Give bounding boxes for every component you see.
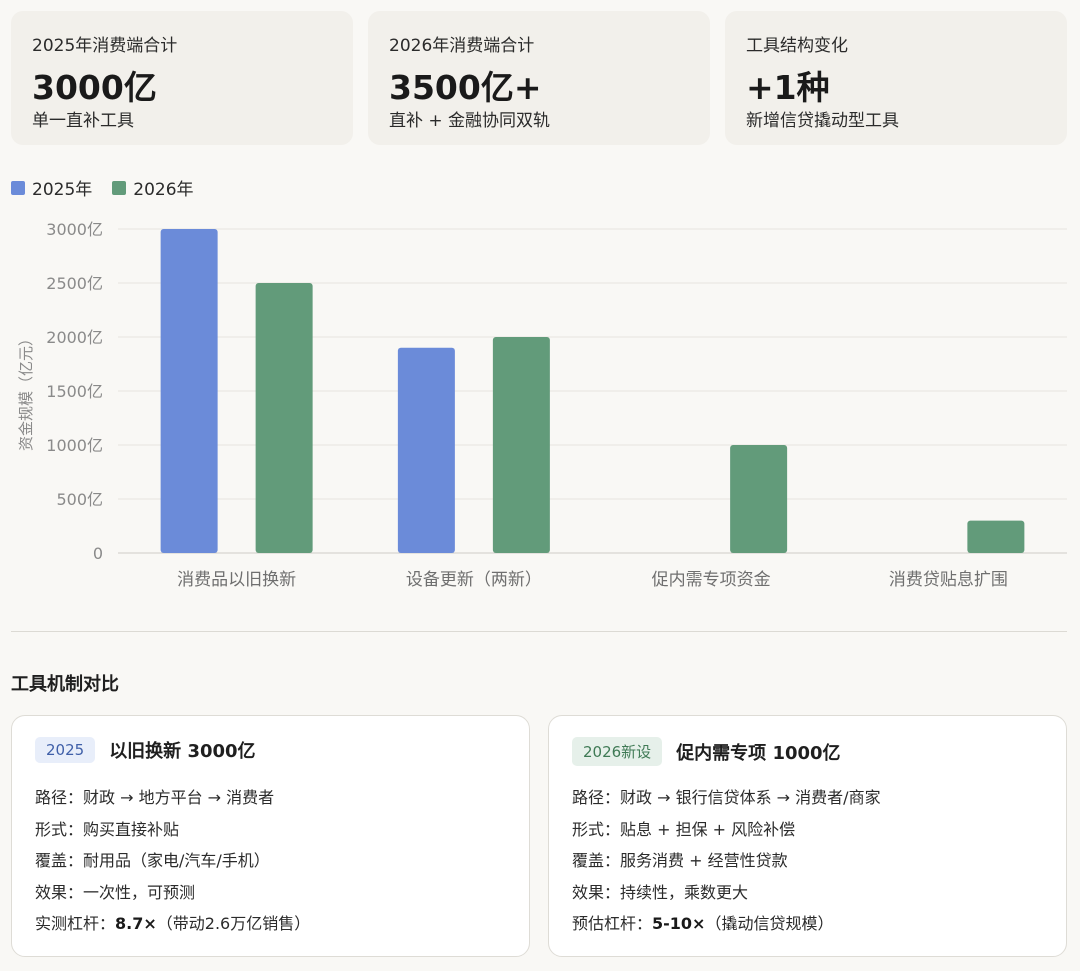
y-tick-label: 2000亿 bbox=[46, 328, 103, 347]
mechanism-title: 以旧换新 3000亿 bbox=[109, 741, 256, 762]
x-tick-label: 消费品以旧换新 bbox=[177, 570, 296, 590]
x-tick-label: 促内需专项资金 bbox=[652, 570, 771, 590]
mechanism-row: 效果：持续性，乘数更大 bbox=[572, 882, 749, 902]
bar-2025 bbox=[160, 229, 218, 553]
mechanism-title: 促内需专项 1000亿 bbox=[676, 742, 841, 764]
y-tick-label: 1000亿 bbox=[46, 436, 103, 455]
y-tick-label: 1500亿 bbox=[46, 382, 103, 401]
card-value: 3500亿+ bbox=[389, 68, 542, 107]
card-sub: 直补 + 金融协同双轨 bbox=[389, 111, 551, 131]
legend-item-2025[interactable]: 2025年 bbox=[11, 175, 92, 200]
summary-card-structure: 工具结构变化 +1种 新增信贷撬动型工具 bbox=[725, 11, 1067, 145]
mechanism-header: 2025 以旧换新 3000亿 bbox=[35, 737, 256, 763]
mechanism-header: 2026新设 促内需专项 1000亿 bbox=[572, 737, 841, 766]
bar-2026 bbox=[967, 520, 1025, 553]
summary-card-2025: 2025年消费端合计 3000亿 单一直补工具 bbox=[11, 11, 353, 145]
mechanism-row: 实测杠杆：8.7×（带动2.6万亿销售） bbox=[35, 914, 311, 933]
y-axis-title: 资金规模（亿元） bbox=[17, 331, 35, 451]
y-tick-label: 3000亿 bbox=[46, 220, 103, 239]
mechanism-rows: 路径：财政 → 地方平台 → 消费者 形式：购买直接补贴 覆盖：耐用品（家电/汽… bbox=[35, 782, 310, 940]
legend-item-2026[interactable]: 2026年 bbox=[112, 175, 194, 200]
mechanism-row: 形式：贴息 + 担保 + 风险补偿 bbox=[572, 819, 796, 839]
legend-label-2026: 2026年 bbox=[133, 180, 194, 200]
leverage-value: 5-10× bbox=[652, 914, 706, 933]
legend-swatch-2025 bbox=[11, 180, 25, 195]
card-label: 2025年消费端合计 bbox=[32, 36, 178, 56]
year-badge: 2026新设 bbox=[572, 737, 663, 766]
card-sub: 新增信贷撬动型工具 bbox=[746, 111, 899, 131]
bar-2026 bbox=[492, 337, 550, 553]
y-tick-label: 2500亿 bbox=[46, 274, 103, 293]
leverage-value: 8.7× bbox=[115, 914, 157, 933]
card-value: +1种 bbox=[746, 68, 830, 107]
x-tick-label: 消费贷贴息扩围 bbox=[889, 570, 1008, 590]
card-value: 3000亿 bbox=[32, 68, 157, 107]
mechanism-card-2026: 2026新设 促内需专项 1000亿 路径：财政 → 银行信贷体系 → 消费者/… bbox=[548, 715, 1067, 957]
mechanism-rows: 路径：财政 → 银行信贷体系 → 消费者/商家 形式：贴息 + 担保 + 风险补… bbox=[572, 782, 881, 940]
section-divider bbox=[11, 631, 1067, 632]
x-tick-label: 设备更新（两新） bbox=[406, 570, 542, 590]
bar-2026 bbox=[730, 445, 788, 553]
mechanism-row: 覆盖：服务消费 + 经营性贷款 bbox=[572, 851, 788, 870]
section-title: 工具机制对比 bbox=[11, 674, 119, 695]
card-sub: 单一直补工具 bbox=[32, 111, 134, 131]
card-label: 工具结构变化 bbox=[746, 36, 848, 56]
year-badge: 2025 bbox=[35, 737, 96, 763]
bar-chart: 0 500亿 1000亿 1500亿 2000亿 2500亿 3000亿资金规模（亿元） 消费… bbox=[17, 220, 1067, 590]
bar-2025 bbox=[397, 347, 455, 553]
legend-swatch-2026 bbox=[112, 180, 127, 195]
legend-label-2025: 2025年 bbox=[32, 180, 93, 200]
mechanism-row: 效果：一次性，可预测 bbox=[35, 882, 196, 902]
bar-2026 bbox=[255, 283, 313, 553]
chart-legend: 2025年 2026年 bbox=[11, 175, 214, 200]
mechanism-row: 覆盖：耐用品（家电/汽车/手机） bbox=[35, 851, 270, 870]
mechanism-row: 预估杠杆：5-10×（撬动信贷规模） bbox=[572, 914, 834, 933]
mechanism-row: 路径：财政 → 地方平台 → 消费者 bbox=[35, 788, 275, 807]
y-tick-label: 0 bbox=[93, 544, 103, 563]
card-label: 2026年消费端合计 bbox=[389, 36, 535, 56]
summary-card-2026: 2026年消费端合计 3500亿+ 直补 + 金融协同双轨 bbox=[368, 11, 710, 145]
y-tick-label: 500亿 bbox=[56, 490, 103, 509]
mechanism-row: 路径：财政 → 银行信贷体系 → 消费者/商家 bbox=[572, 788, 881, 807]
mechanism-card-2025: 2025 以旧换新 3000亿 路径：财政 → 地方平台 → 消费者 形式：购买… bbox=[11, 715, 530, 957]
mechanism-row: 形式：购买直接补贴 bbox=[35, 819, 180, 839]
